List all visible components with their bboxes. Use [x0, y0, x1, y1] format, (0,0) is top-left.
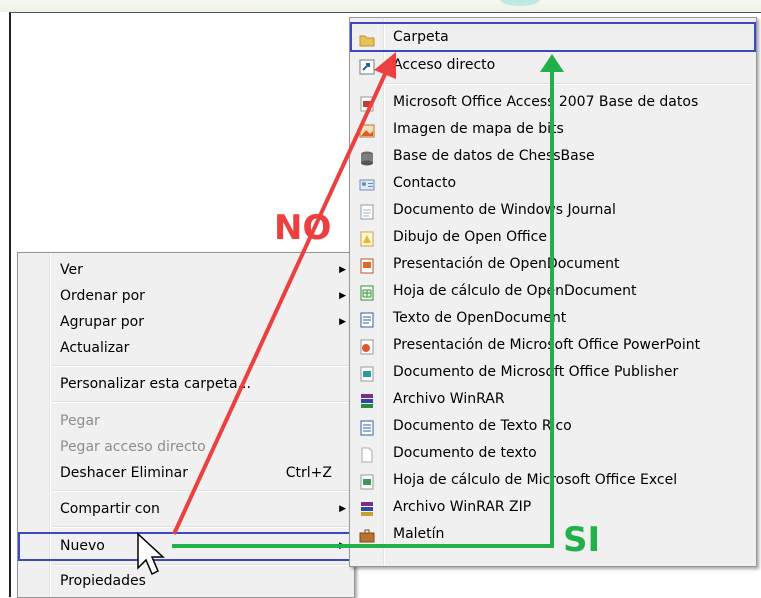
annotation-arrows — [137, 52, 564, 576]
si-arrow — [172, 54, 564, 548]
no-arrow — [172, 52, 396, 535]
mouse-cursor-icon — [137, 532, 165, 576]
annotation-si: SI — [563, 520, 601, 560]
annotation-no: NO — [274, 208, 332, 248]
